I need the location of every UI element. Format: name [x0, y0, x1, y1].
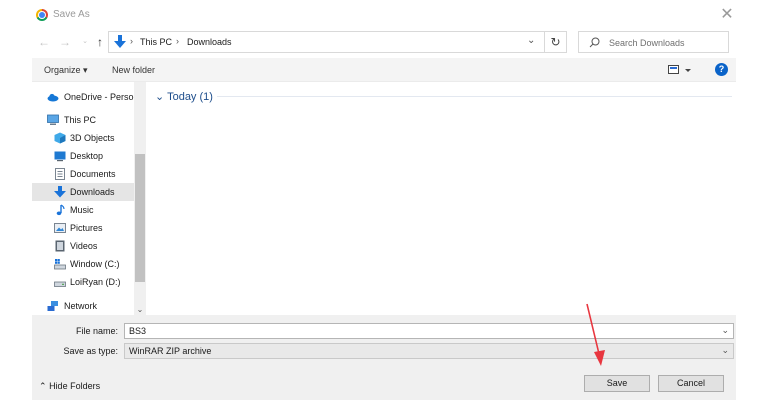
hide-folders-button[interactable]: ⌃ Hide Folders [39, 381, 100, 392]
sidebar-item-desktop[interactable]: Desktop [32, 147, 134, 165]
sidebar-item-label: Pictures [70, 223, 103, 233]
document-icon [55, 168, 65, 180]
sidebar-item-documents[interactable]: Documents [32, 165, 134, 183]
breadcrumb-downloads[interactable]: Downloads [187, 37, 232, 47]
save-as-type-chevron-icon: ⌄ [721, 345, 729, 355]
forward-arrow-icon[interactable]: → [58, 34, 72, 50]
cube-icon [54, 132, 66, 144]
new-folder-button[interactable]: New folder [112, 65, 155, 75]
save-as-type-select[interactable]: WinRAR ZIP archive ⌄ [124, 343, 734, 359]
help-button[interactable]: ? [715, 63, 728, 76]
navigation-bar: ← → ⌄ ↑ › This PC › Downloads ⌄ ↻ Search… [0, 30, 768, 56]
sidebar-item-label: Network [64, 301, 98, 311]
sidebar-item-onedrive[interactable]: OneDrive - Persor [32, 88, 137, 106]
sidebar-item-label: LoiRyan (D:) [70, 277, 121, 287]
save-button[interactable]: Save [584, 375, 650, 392]
refresh-icon: ↻ [550, 35, 561, 49]
breadcrumb-this-pc[interactable]: This PC [140, 37, 172, 47]
network-icon [47, 301, 58, 311]
file-name-dropdown-chevron-icon[interactable]: ⌄ [721, 325, 729, 336]
organize-label: Organize [44, 65, 81, 75]
sidebar-item-label: Videos [70, 241, 98, 251]
group-header-label: Today (1) [167, 91, 213, 103]
sidebar-item-drive-d[interactable]: LoiRyan (D:) [32, 273, 134, 291]
title-bar: Save As ✕ [0, 0, 768, 30]
organize-chevron-icon: ▾ [83, 65, 88, 75]
music-icon [56, 204, 65, 216]
navigation-pane-scrollbar[interactable]: ⌄ [134, 82, 146, 315]
close-icon[interactable]: ✕ [718, 6, 736, 24]
sidebar-item-drive-c[interactable]: Window (C:) [32, 255, 134, 273]
address-bar[interactable]: › This PC › Downloads ⌄ [108, 31, 545, 53]
group-header-today[interactable]: ⌄ Today (1) [155, 90, 213, 103]
search-placeholder: Search Downloads [609, 38, 685, 48]
refresh-button[interactable]: ↻ [545, 31, 567, 53]
cloud-icon [47, 93, 59, 102]
file-name-field[interactable]: BS3 ⌄ [124, 323, 734, 339]
sidebar-item-pictures[interactable]: Pictures [32, 219, 134, 237]
sidebar-item-videos[interactable]: Videos [32, 237, 134, 255]
save-as-type-value: WinRAR ZIP archive [129, 346, 212, 356]
sidebar-item-3d-objects[interactable]: 3D Objects [32, 129, 134, 147]
file-list[interactable]: ⌄ Today (1) [147, 82, 736, 315]
desktop-icon [54, 151, 66, 162]
chevron-up-icon: ⌃ [39, 381, 47, 391]
address-dropdown-chevron-icon[interactable]: ⌄ [527, 35, 535, 46]
file-name-value: BS3 [129, 326, 147, 336]
file-name-label: File name: [75, 326, 118, 336]
drive-icon [54, 281, 66, 287]
navigation-pane: OneDrive - Persor This PC 3D Objects Des… [32, 82, 146, 315]
up-arrow-icon[interactable]: ↑ [93, 34, 107, 50]
breadcrumb-separator-icon: › [130, 36, 133, 46]
save-as-type-label: Save as type: [63, 346, 118, 356]
sidebar-item-label: Documents [70, 169, 116, 179]
search-input[interactable]: Search Downloads [578, 31, 729, 53]
scrollbar-thumb[interactable] [135, 154, 145, 282]
breadcrumb-separator-icon: › [176, 36, 179, 46]
windows-drive-icon [54, 259, 66, 270]
group-divider [217, 96, 732, 97]
sidebar-item-network[interactable]: Network [32, 297, 134, 315]
sidebar-item-label: Music [70, 205, 94, 215]
sidebar-item-music[interactable]: Music [32, 201, 134, 219]
recent-locations-chevron-icon[interactable]: ⌄ [78, 34, 92, 50]
downloads-folder-icon [114, 35, 126, 48]
view-options-icon[interactable] [668, 64, 694, 76]
sidebar-item-label: Window (C:) [70, 259, 120, 269]
sidebar-item-label: Desktop [70, 151, 104, 161]
command-toolbar: Organize ▾ New folder ? [32, 58, 736, 82]
pictures-icon [54, 223, 66, 233]
computer-icon [47, 114, 59, 125]
sidebar-item-label: This PC [64, 115, 97, 125]
scroll-down-chevron-icon[interactable]: ⌄ [134, 304, 146, 315]
window-title: Save As [53, 9, 90, 20]
download-icon [54, 186, 66, 198]
collapse-chevron-icon: ⌄ [155, 91, 165, 103]
sidebar-item-label: Downloads [70, 187, 115, 197]
hide-folders-label: Hide Folders [49, 381, 101, 391]
chrome-icon [36, 9, 48, 21]
sidebar-item-this-pc[interactable]: This PC [32, 111, 134, 129]
videos-icon [55, 240, 65, 252]
back-arrow-icon[interactable]: ← [37, 34, 51, 50]
sidebar-item-label: 3D Objects [70, 133, 115, 143]
sidebar-item-label: OneDrive - Persor [64, 92, 137, 102]
cancel-button[interactable]: Cancel [658, 375, 724, 392]
organize-button[interactable]: Organize ▾ [44, 65, 88, 76]
search-icon [589, 37, 600, 48]
sidebar-item-downloads[interactable]: Downloads [32, 183, 134, 201]
save-form-panel: File name: BS3 ⌄ Save as type: WinRAR ZI… [32, 315, 736, 400]
